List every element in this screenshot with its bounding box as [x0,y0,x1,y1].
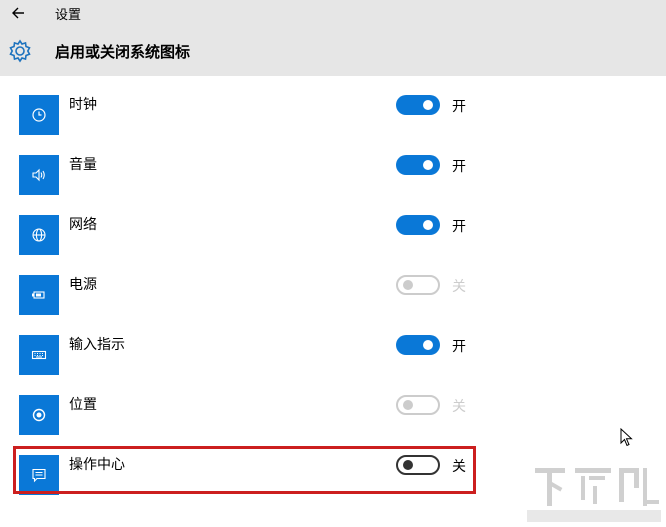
watermark-logo-icon [527,468,661,522]
app-title: 设置 [55,8,82,23]
row-icon-tile [19,215,59,255]
setting-row-location: 位置 关 [19,395,479,441]
toggle-knob [423,340,433,350]
back-button[interactable] [0,0,40,27]
toggle-state-label: 关 [452,399,466,415]
gear-icon [9,39,31,63]
toggle-switch[interactable] [396,335,440,355]
row-icon-tile [19,395,59,435]
volume-icon [32,168,45,182]
page-title: 启用或关闭系统图标 [55,43,191,61]
toggle-knob [423,160,433,170]
row-label: 时钟 [69,97,97,113]
row-icon-tile [19,95,59,135]
toggle-state-label: 开 [452,219,466,235]
clock-icon [32,108,46,122]
toggle-switch[interactable] [396,95,440,115]
toggle-knob [423,100,433,110]
battery-icon [32,291,45,299]
setting-row-volume: 音量 开 [19,155,479,201]
setting-row-power: 电源 关 [19,275,479,321]
setting-row-network: 网络 开 [19,215,479,261]
row-icon-tile [19,155,59,195]
row-label: 输入指示 [69,337,125,353]
setting-row-clock: 时钟 开 [19,95,479,141]
highlight-annotation-box [13,446,476,494]
location-icon [32,408,46,422]
arrow-left-icon [12,7,24,19]
row-label: 网络 [69,217,97,233]
toggle-state-label: 开 [452,99,466,115]
toggle-state-label: 关 [452,279,466,295]
mouse-cursor-icon [620,428,633,447]
toggle-knob [423,220,433,230]
toggle-switch[interactable] [396,215,440,235]
toggle-knob [403,400,413,410]
toggle-state-label: 开 [452,339,466,355]
row-label: 位置 [69,397,97,413]
toggle-switch[interactable] [396,395,440,415]
title-bar: 设置 [0,0,666,27]
globe-icon [32,228,46,242]
toggle-knob [403,280,413,290]
toggle-state-label: 开 [452,159,466,175]
row-icon-tile [19,335,59,375]
row-label: 电源 [69,277,97,293]
toggle-switch[interactable] [396,155,440,175]
row-label: 音量 [69,157,97,173]
setting-row-input-indicator: 输入指示 开 [19,335,479,381]
page-header: 启用或关闭系统图标 [0,27,666,76]
row-icon-tile [19,275,59,315]
keyboard-icon [31,350,47,360]
toggle-switch[interactable] [396,275,440,295]
